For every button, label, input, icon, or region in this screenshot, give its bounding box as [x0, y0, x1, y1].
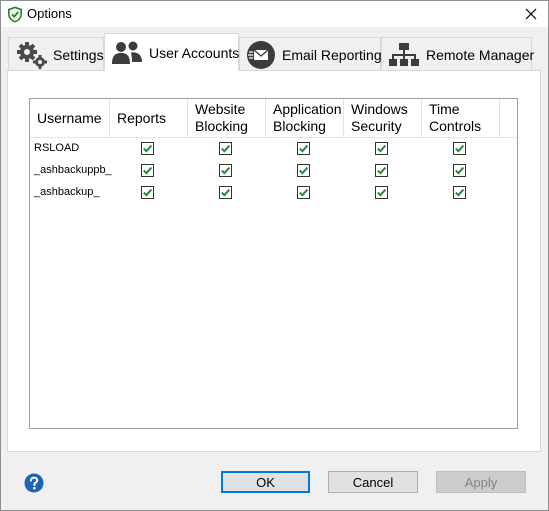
gears-icon — [15, 40, 49, 70]
checkbox-website-blocking[interactable] — [219, 164, 232, 177]
tab-user-accounts[interactable]: User Accounts — [104, 33, 239, 71]
help-icon — [24, 473, 44, 493]
column-header-label-line2: Blocking — [273, 118, 326, 134]
username-cell: _ashbackup_ — [34, 186, 100, 198]
checkbox-reports[interactable] — [141, 142, 154, 155]
checkbox-application-blocking[interactable] — [297, 164, 310, 177]
column-header-label: Windows — [351, 101, 408, 117]
username-cell: _ashbackuppb_ — [34, 164, 112, 176]
close-button[interactable] — [514, 1, 548, 27]
window-title: Options — [27, 6, 72, 21]
apply-button[interactable]: Apply — [436, 471, 526, 493]
column-header-label-line2: Blocking — [195, 118, 248, 134]
user-accounts-panel: Username Reports Website Blocking Applic… — [7, 70, 541, 452]
column-header-label: Reports — [117, 109, 167, 126]
checkbox-time-controls[interactable] — [453, 142, 466, 155]
user-accounts-grid: Username Reports Website Blocking Applic… — [29, 98, 518, 429]
column-header-website-blocking[interactable]: Website Blocking — [188, 99, 266, 137]
ok-button[interactable]: OK — [221, 471, 310, 493]
checkbox-website-blocking[interactable] — [219, 186, 232, 199]
checkbox-application-blocking[interactable] — [297, 142, 310, 155]
column-header-windows-security[interactable]: Windows Security — [344, 99, 422, 137]
checkbox-windows-security[interactable] — [375, 186, 388, 199]
checkbox-windows-security[interactable] — [375, 142, 388, 155]
cancel-button[interactable]: Cancel — [328, 471, 418, 493]
column-header-time-controls[interactable]: Time Controls — [422, 99, 500, 137]
column-header-application-blocking[interactable]: Application Blocking — [266, 99, 344, 137]
column-header-reports[interactable]: Reports — [110, 99, 188, 137]
title-bar: Options — [1, 1, 548, 27]
checkbox-windows-security[interactable] — [375, 164, 388, 177]
users-icon — [111, 40, 143, 66]
tab-email-reporting-label: Email Reporting — [282, 46, 382, 63]
tab-remote-manager[interactable]: Remote Manager — [381, 37, 535, 71]
column-header-label-line2: Controls — [429, 118, 482, 134]
network-icon — [388, 42, 420, 68]
column-header-label: Website — [195, 101, 246, 117]
grid-header: Username Reports Website Blocking Applic… — [30, 99, 517, 138]
tab-user-accounts-label: User Accounts — [149, 44, 240, 61]
tab-settings[interactable]: Settings — [8, 37, 104, 71]
close-icon — [525, 8, 537, 20]
table-row[interactable]: _ashbackuppb_ — [30, 159, 517, 181]
help-button[interactable] — [24, 473, 44, 493]
email-icon — [246, 40, 276, 70]
checkbox-reports[interactable] — [141, 186, 154, 199]
tab-settings-label: Settings — [53, 46, 104, 63]
options-dialog: Options Settings User Accounts Email Rep… — [0, 0, 549, 511]
table-row[interactable]: _ashbackup_ — [30, 181, 517, 203]
checkbox-time-controls[interactable] — [453, 186, 466, 199]
tab-remote-manager-label: Remote Manager — [426, 46, 535, 63]
checkbox-reports[interactable] — [141, 164, 154, 177]
column-header-username[interactable]: Username — [30, 99, 110, 137]
column-header-label: Time — [429, 101, 460, 117]
checkbox-application-blocking[interactable] — [297, 186, 310, 199]
column-header-label: Username — [37, 109, 102, 126]
column-header-label: Application — [273, 101, 342, 117]
checkbox-time-controls[interactable] — [453, 164, 466, 177]
shield-icon — [7, 6, 23, 23]
username-cell: RSLOAD — [34, 142, 80, 154]
table-row[interactable]: RSLOAD — [30, 137, 517, 159]
column-header-label-line2: Security — [351, 118, 402, 134]
checkbox-website-blocking[interactable] — [219, 142, 232, 155]
tab-email-reporting[interactable]: Email Reporting — [239, 37, 382, 71]
